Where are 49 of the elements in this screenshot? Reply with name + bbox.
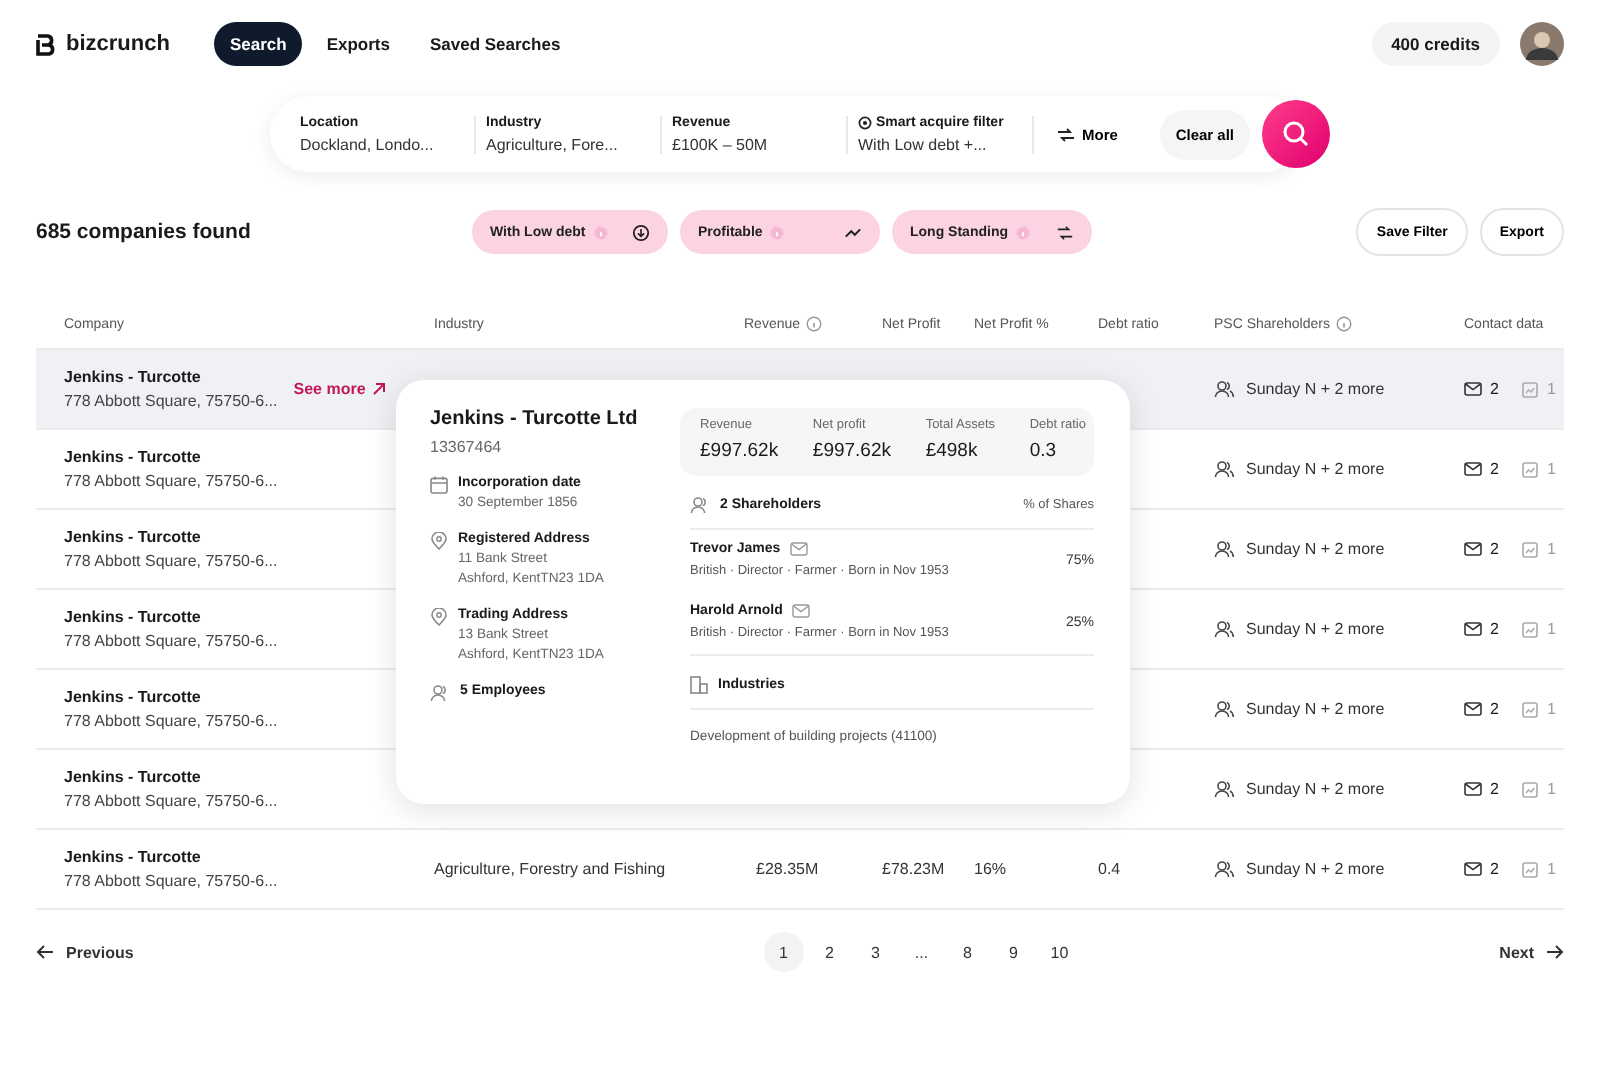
phone-count: 1	[1546, 620, 1556, 638]
company-address: 778 Abbott Square, 75750-6...	[64, 392, 278, 410]
table-cell: Agriculture, Forestry and Fishing	[434, 860, 666, 878]
card-title: Jenkins - Turcotte Ltd	[430, 408, 640, 430]
email-count: 2	[1490, 860, 1499, 878]
phone-count: 1	[1546, 380, 1556, 398]
email-count: 2	[1490, 380, 1499, 398]
phone-count: 1	[1546, 700, 1556, 718]
company-name: Jenkins - Turcotte	[64, 368, 203, 386]
email-count: 2	[1490, 700, 1499, 718]
table-cell: 0.4	[1098, 860, 1121, 878]
table-cell: 16%	[974, 860, 1007, 878]
results-count: 685 companies found	[36, 220, 253, 244]
company-name: Jenkins - Turcotte	[64, 448, 203, 466]
email-count: 2	[1490, 540, 1499, 558]
shareholders-text: Sunday N + 2 more	[1246, 860, 1385, 878]
phone-count: 1	[1546, 860, 1556, 878]
phone-count: 1	[1546, 540, 1556, 558]
company-address: 778 Abbott Square, 75750-6...	[64, 472, 278, 490]
company-address: 778 Abbott Square, 75750-6...	[64, 552, 278, 570]
email-count: 2	[1490, 620, 1499, 638]
shareholders-text: Sunday N + 2 more	[1246, 700, 1385, 718]
email-count: 2	[1490, 780, 1499, 798]
metric-value: 0.3	[1029, 440, 1059, 462]
shareholders-text: Sunday N + 2 more	[1246, 780, 1385, 798]
company-name: Jenkins - Turcotte	[64, 768, 203, 786]
phone-count: 1	[1546, 460, 1556, 478]
company-name: Jenkins - Turcotte	[64, 688, 203, 706]
credits-badge: 400 credits	[1371, 22, 1500, 66]
logo-text: bizcrunch	[66, 32, 170, 56]
company-address: 778 Abbott Square, 75750-6...	[64, 872, 278, 890]
company-name: Jenkins - Turcotte	[64, 848, 203, 866]
metric-value: £997.62k	[812, 440, 891, 462]
phone-count: 1	[1546, 780, 1556, 798]
table-cell: £28.35M	[756, 860, 819, 878]
metric-value: £997.62k	[700, 440, 779, 462]
table-cell: £78.23M	[882, 860, 945, 878]
company-name: Jenkins - Turcotte	[64, 608, 203, 626]
metric-value: £498k	[925, 440, 980, 462]
company-name: Jenkins - Turcotte	[64, 528, 203, 546]
shareholders-text: Sunday N + 2 more	[1246, 620, 1385, 638]
company-address: 778 Abbott Square, 75750-6...	[64, 792, 278, 810]
email-count: 2	[1490, 460, 1499, 478]
shareholders-text: Sunday N + 2 more	[1246, 460, 1385, 478]
company-number: 13367464	[430, 438, 504, 456]
company-address: 778 Abbott Square, 75750-6...	[64, 632, 278, 650]
shareholders-text: Sunday N + 2 more	[1246, 380, 1385, 398]
shareholders-text: Sunday N + 2 more	[1246, 540, 1385, 558]
company-address: 778 Abbott Square, 75750-6...	[64, 712, 278, 730]
